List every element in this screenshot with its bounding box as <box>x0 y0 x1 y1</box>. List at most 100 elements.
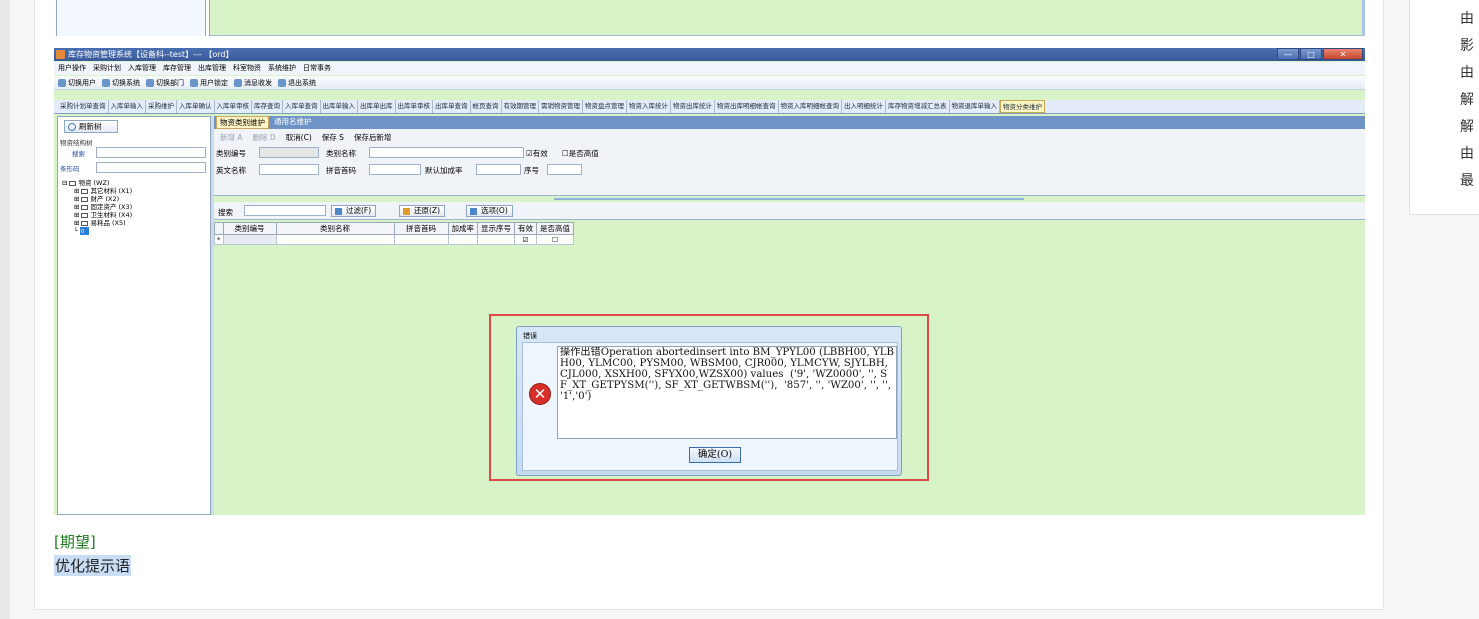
column-header[interactable]: 是否高值 <box>536 222 574 235</box>
module-tab[interactable]: 需销物资管理 <box>539 100 583 113</box>
exit-system-button[interactable]: 退出系统 <box>278 78 316 88</box>
cancel-button[interactable]: 取消(C) <box>286 132 312 143</box>
module-tab[interactable]: 出库单输入 <box>321 100 358 113</box>
sequence-input[interactable] <box>547 164 582 175</box>
barcode-input[interactable] <box>96 162 206 173</box>
maximize-button[interactable]: □ <box>1300 48 1322 60</box>
module-tab[interactable]: 入库单审核 <box>215 100 252 113</box>
switch-system-button[interactable]: 切换系统 <box>102 78 140 88</box>
grid-vertical-scrollbar[interactable] <box>1357 222 1363 515</box>
grid-search-input[interactable] <box>244 205 326 216</box>
module-tab[interactable]: 采购计划单查询 <box>58 100 109 113</box>
module-tab[interactable]: 采购维护 <box>146 100 177 113</box>
module-tab[interactable]: 物资退库单输入 <box>950 100 1000 113</box>
module-tab[interactable]: 物资出库统计 <box>671 100 715 113</box>
barcode-label: 条形码 <box>60 165 80 173</box>
grid-cell[interactable] <box>275 234 395 245</box>
add-button[interactable]: 新增 A <box>220 132 243 143</box>
menu-item[interactable]: 入库管理 <box>128 62 156 75</box>
tree-node[interactable]: ⊞ 固定资产 (X3) <box>62 203 132 211</box>
previous-screenshot-tree-inner <box>56 0 206 36</box>
module-tab[interactable]: 出库单查询 <box>433 100 471 113</box>
save-then-add-checkbox[interactable]: 保存后新增 <box>354 132 392 143</box>
switch-user-button[interactable]: 切换用户 <box>58 78 96 88</box>
tree-node[interactable]: ⊞ 财产 (X2) <box>62 195 132 203</box>
menu-item[interactable]: 系统维护 <box>268 62 296 75</box>
tree-node[interactable]: ⊞ 其它材料 (X1) <box>62 187 132 195</box>
column-header[interactable]: 类别编号 <box>222 222 277 235</box>
folder-icon <box>81 220 89 226</box>
tree-node-new[interactable]: └ 0 <box>62 227 132 236</box>
module-tab[interactable]: 入库单确认 <box>177 100 215 113</box>
module-tab[interactable]: 入库单查询 <box>283 100 321 113</box>
switch-department-button[interactable]: 切换部门 <box>146 78 184 88</box>
close-button[interactable]: ✕ <box>1323 48 1363 60</box>
module-tab[interactable]: 出入明细统计 <box>842 100 886 113</box>
splitter-grip[interactable] <box>554 198 1024 200</box>
lock-user-button[interactable]: 用户锁定 <box>190 78 228 88</box>
messages-button[interactable]: 消息收发 <box>234 78 272 88</box>
module-tab[interactable]: 库存物资增减汇总表 <box>886 100 950 113</box>
module-tab[interactable]: 物资出库明细帐查询 <box>715 100 779 113</box>
ok-button[interactable]: 确定(O) <box>689 447 741 463</box>
valid-checkbox[interactable]: ☑有效 <box>526 148 548 159</box>
restore-button[interactable]: 还原(Z) <box>399 205 445 217</box>
module-tab[interactable]: 物资入库明细帐查询 <box>779 100 842 113</box>
menu-item[interactable]: 用户操作 <box>58 62 86 75</box>
markup-rate-input[interactable] <box>476 164 521 175</box>
delete-button[interactable]: 删除 D <box>253 132 276 143</box>
grid-cell[interactable] <box>447 234 478 245</box>
tree-node-label: 0 <box>80 229 85 235</box>
save-button[interactable]: 保存 S <box>322 132 344 143</box>
valid-cell-checkbox[interactable]: ☑ <box>514 234 537 245</box>
minimize-button[interactable]: — <box>1277 48 1299 60</box>
pinyin-input[interactable] <box>369 164 421 175</box>
high-value-checkbox[interactable]: ☐是否高值 <box>562 148 599 159</box>
module-tab[interactable]: 物资分类维护 <box>1000 100 1045 113</box>
module-tab[interactable]: 帐页查询 <box>471 100 502 113</box>
refresh-tree-button[interactable]: 刷新树 <box>64 120 118 133</box>
main-toolbar: 切换用户 切换系统 切换部门 用户锁定 消息收发 退出系统 <box>54 76 1365 90</box>
menu-item[interactable]: 采购计划 <box>93 62 121 75</box>
grid-cell[interactable] <box>477 234 515 245</box>
category-code-input[interactable] <box>259 147 319 158</box>
options-button[interactable]: 选项(O) <box>466 205 513 217</box>
category-name-input[interactable] <box>369 147 524 158</box>
tab-generic-name-maintenance[interactable]: 通用名维护 <box>271 116 315 129</box>
english-name-label: 英文名称 <box>216 166 246 175</box>
app-screenshot: 库存物资管理系统【设备科--test】--- 【ord】 — □ ✕ 用户操作 … <box>54 48 1365 515</box>
module-tab[interactable]: 库存查询 <box>252 100 283 113</box>
markup-rate-label: 默认加成率 <box>425 166 463 175</box>
module-tab[interactable]: 物资入库统计 <box>627 100 671 113</box>
menu-item[interactable]: 科室物资 <box>233 62 261 75</box>
grid-cell[interactable] <box>222 234 277 245</box>
column-header[interactable]: 显示序号 <box>477 222 515 235</box>
module-tab[interactable]: 有效期管理 <box>502 100 539 113</box>
error-message-box[interactable]: 操作出错Operation abortedinsert into BM_YPYL… <box>557 346 897 439</box>
module-tab[interactable]: 物资盘点管理 <box>583 100 627 113</box>
tree-node[interactable]: ⊞ 卫生材料 (X4) <box>62 211 132 219</box>
refresh-icon <box>68 123 76 131</box>
column-header[interactable]: 拼音首码 <box>393 222 449 235</box>
filter-button[interactable]: 过滤(F) <box>331 205 377 217</box>
menu-item[interactable]: 出库管理 <box>198 62 226 75</box>
search-label: 搜索 <box>72 150 85 158</box>
department-icon <box>146 78 154 87</box>
module-tab[interactable]: 出库单审核 <box>396 100 433 113</box>
grid-cell[interactable] <box>393 234 449 245</box>
tree-node[interactable]: ⊞ 易耗品 (X5) <box>62 219 132 227</box>
column-header[interactable]: 类别名称 <box>275 222 395 235</box>
exit-icon <box>278 78 286 87</box>
tree-node-root[interactable]: ⊟ 物资 (WZ) <box>62 179 132 187</box>
english-name-input[interactable] <box>259 164 319 175</box>
menu-item[interactable]: 日常事务 <box>303 62 331 75</box>
tree-search-input[interactable] <box>96 147 206 158</box>
tab-category-maintenance[interactable]: 物资类别维护 <box>216 116 269 129</box>
module-tab[interactable]: 出库单出库 <box>358 100 396 113</box>
column-header[interactable]: 加成率 <box>447 222 478 235</box>
menu-item[interactable]: 库存管理 <box>163 62 191 75</box>
high-value-cell-checkbox[interactable]: ☐ <box>536 234 574 245</box>
module-tab[interactable]: 入库单输入 <box>109 100 146 113</box>
table-row[interactable]: * ☑ ☐ <box>214 234 574 245</box>
column-header[interactable]: 有效 <box>514 222 537 235</box>
